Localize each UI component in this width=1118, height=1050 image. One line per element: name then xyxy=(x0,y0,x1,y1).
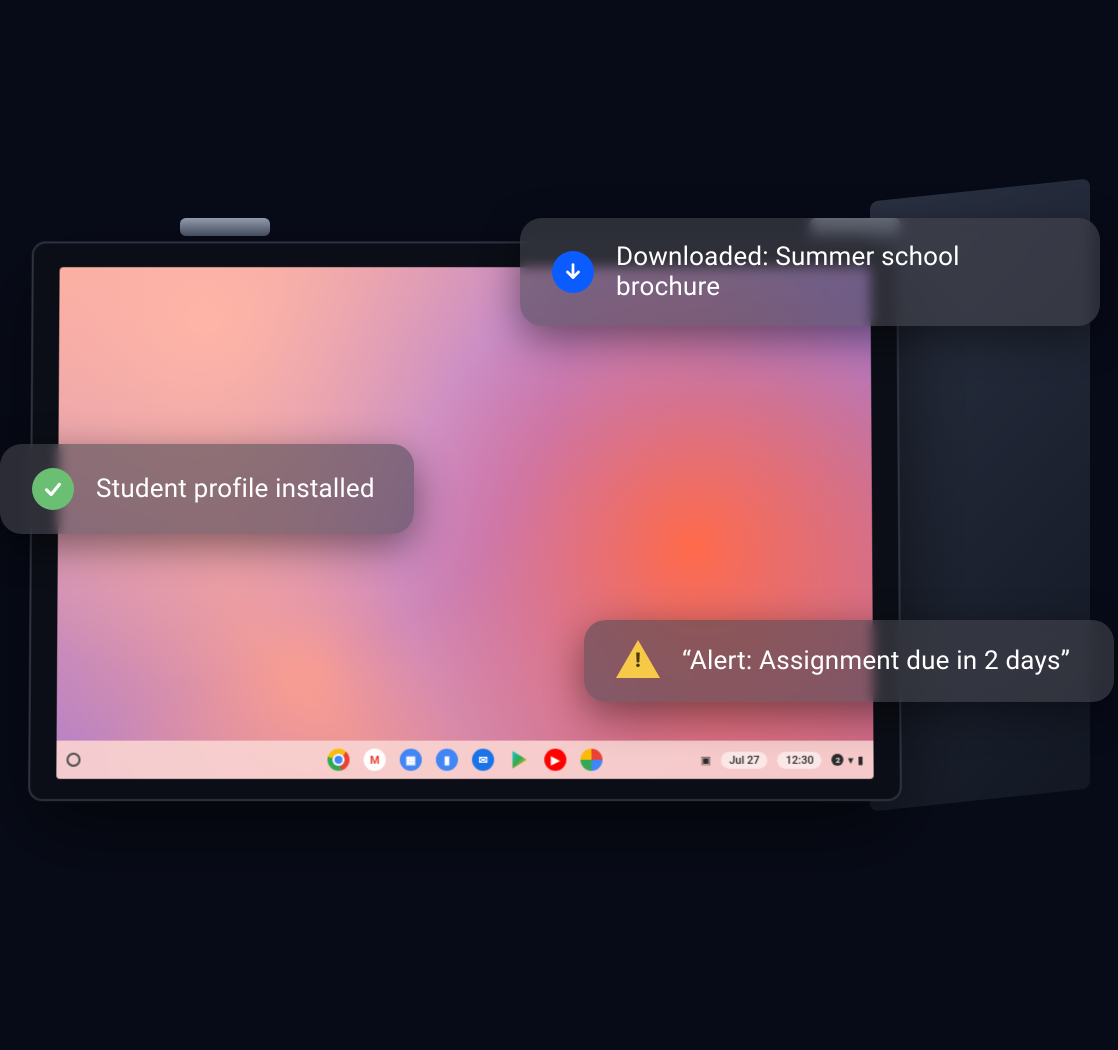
overview-icon[interactable]: ▣ xyxy=(701,753,711,766)
notification-alert-text: “Alert: Assignment due in 2 days” xyxy=(682,646,1070,676)
notification-profile-text: Student profile installed xyxy=(96,474,375,504)
notification-count-badge[interactable]: 2 xyxy=(832,754,844,766)
date-pill[interactable]: Jul 27 xyxy=(721,751,768,768)
notification-profile[interactable]: Student profile installed xyxy=(0,444,414,534)
status-tray[interactable]: ▣ Jul 27 12:30 2 ▾ ▮ xyxy=(701,751,864,768)
photos-icon[interactable] xyxy=(580,749,602,771)
battery-icon: ▮ xyxy=(857,753,863,766)
chrome-icon[interactable] xyxy=(327,749,349,771)
taskbar: M ▦ ▮ ✉ ▶ ▣ Jul 27 12:30 2 ▾ ▮ xyxy=(56,741,873,779)
time-pill[interactable]: 12:30 xyxy=(778,751,822,768)
gmail-icon[interactable]: M xyxy=(364,749,386,771)
play-icon[interactable] xyxy=(508,749,530,771)
hinge-left xyxy=(180,218,270,236)
calendar-icon[interactable]: ▦ xyxy=(400,749,422,771)
notification-alert[interactable]: ! “Alert: Assignment due in 2 days” xyxy=(584,620,1114,702)
download-arrow-icon xyxy=(552,251,594,293)
taskbar-apps: M ▦ ▮ ✉ ▶ xyxy=(327,749,602,771)
wifi-icon: ▾ xyxy=(848,753,854,766)
notification-download[interactable]: Downloaded: Summer school brochure xyxy=(520,218,1100,326)
messages-icon[interactable]: ✉ xyxy=(472,749,494,771)
warning-icon: ! xyxy=(616,640,660,678)
files-icon[interactable]: ▮ xyxy=(436,749,458,771)
launcher-icon[interactable] xyxy=(66,753,80,767)
youtube-icon[interactable]: ▶ xyxy=(544,749,566,771)
checkmark-icon xyxy=(32,468,74,510)
notification-download-text: Downloaded: Summer school brochure xyxy=(616,242,1068,302)
